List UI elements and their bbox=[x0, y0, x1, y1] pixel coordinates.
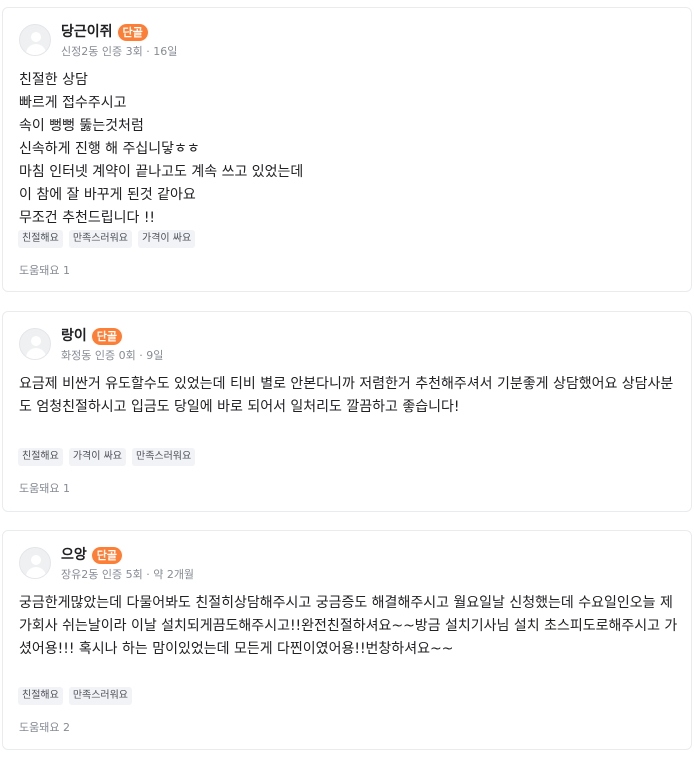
avatar-body-shape bbox=[26, 348, 46, 359]
review-card: 으앙 단골 장유2동 인증 5회 · 약 2개월 궁금한게많았는데 다물어봐도 … bbox=[2, 530, 692, 750]
reviewer-meta: 신정2동 인증 3회 · 16일 bbox=[61, 45, 178, 58]
review-text: 친절한 상담 빠르게 접수주시고 속이 뻥뻥 뚫는것처럼 신속하게 진행 해 주… bbox=[19, 72, 304, 226]
review-tag: 친절해요 bbox=[18, 230, 63, 248]
review-tag: 만족스러워요 bbox=[68, 230, 133, 248]
avatar[interactable] bbox=[19, 547, 51, 579]
review-tags: 친절해요 만족스러워요 가격이 싸요 bbox=[18, 230, 196, 248]
review-card: 랑이 단골 화정동 인증 0회 · 9일 요금제 비싼거 유도할수도 있었는데 … bbox=[2, 311, 692, 512]
review-tag: 친절해요 bbox=[18, 687, 63, 705]
review-tag: 가격이 싸요 bbox=[138, 230, 196, 248]
reviewer-meta: 화정동 인증 0회 · 9일 bbox=[61, 349, 164, 362]
avatar[interactable] bbox=[19, 24, 51, 56]
helpful-button[interactable]: 도움돼요 1 bbox=[19, 262, 70, 278]
avatar-body-shape bbox=[26, 44, 46, 55]
regular-customer-badge: 단골 bbox=[91, 546, 123, 564]
avatar-head-shape bbox=[31, 32, 41, 42]
review-card: 당근이쥐 단골 신정2동 인증 3회 · 16일 친절한 상담 빠르게 접수주시… bbox=[2, 7, 692, 292]
review-tag: 만족스러워요 bbox=[132, 448, 196, 466]
reviewer-meta: 장유2동 인증 5회 · 약 2개월 bbox=[61, 568, 195, 581]
regular-customer-badge: 단골 bbox=[117, 23, 148, 41]
helpful-button[interactable]: 도움돼요 2 bbox=[19, 719, 70, 735]
helpful-button[interactable]: 도움돼요 1 bbox=[19, 480, 70, 496]
reviewer-nickname[interactable]: 당근이쥐 bbox=[61, 23, 113, 41]
review-tags: 친절해요 가격이 싸요 만족스러워요 bbox=[18, 448, 196, 466]
review-tag: 가격이 싸요 bbox=[68, 448, 126, 466]
reviewer-nickname[interactable]: 랑이 bbox=[61, 327, 87, 345]
avatar-head-shape bbox=[31, 555, 41, 565]
name-row: 으앙 단골 bbox=[61, 546, 123, 564]
name-row: 랑이 단골 bbox=[61, 327, 123, 345]
avatar[interactable] bbox=[19, 328, 51, 360]
name-row: 당근이쥐 단골 bbox=[61, 23, 148, 41]
review-text: 요금제 비싼거 유도할수도 있었는데 티비 별로 안본다니까 저렴한거 추천해주… bbox=[19, 376, 674, 415]
avatar-body-shape bbox=[26, 567, 46, 578]
review-tags: 친절해요 만족스러워요 bbox=[18, 687, 133, 705]
avatar-head-shape bbox=[31, 336, 41, 346]
regular-customer-badge: 단골 bbox=[91, 327, 123, 345]
review-tag: 만족스러워요 bbox=[68, 687, 133, 705]
review-feed: 당근이쥐 단골 신정2동 인증 3회 · 16일 친절한 상담 빠르게 접수주시… bbox=[0, 0, 694, 762]
review-tag: 친절해요 bbox=[18, 448, 63, 466]
review-text: 궁금한게많았는데 다물어봐도 친절히상담해주시고 궁금증도 해결해주시고 월요일… bbox=[19, 595, 678, 657]
reviewer-nickname[interactable]: 으앙 bbox=[61, 546, 87, 564]
